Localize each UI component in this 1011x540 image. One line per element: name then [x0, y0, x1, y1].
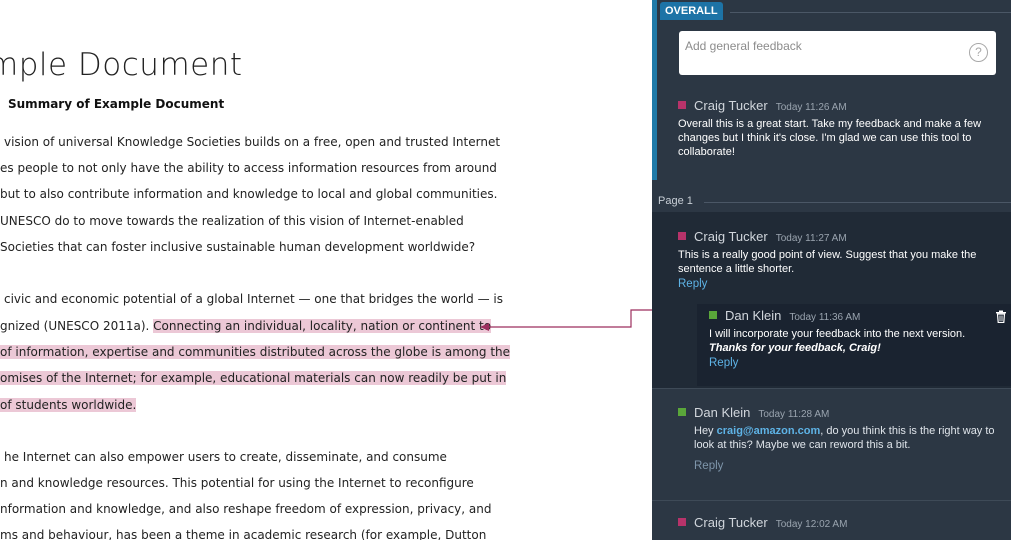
- author-marker-icon: [678, 408, 686, 416]
- comment-author: Craig Tucker Today 12:02 AM: [694, 515, 847, 530]
- comment-body: I will incorporate your feedback into th…: [709, 328, 966, 340]
- divider: [652, 388, 1011, 389]
- paragraph-line: of students worldwide.: [0, 397, 137, 413]
- comment-header: Dan Klein Today 11:36 AM: [709, 308, 989, 324]
- comment-connector: [480, 309, 658, 331]
- comment-time: Today 11:27 AM: [775, 233, 847, 244]
- author-marker-icon: [678, 232, 686, 240]
- mention-link[interactable]: craig@amazon.com: [717, 425, 821, 437]
- comment-header: Craig Tucker Today 12:02 AM: [678, 515, 998, 531]
- page-label: Page 1: [658, 195, 693, 207]
- paragraph-line: omises of the Internet; for example, edu…: [0, 370, 507, 386]
- comment-header: Dan Klein Today 11:28 AM: [678, 405, 998, 421]
- comment-card[interactable]: Craig Tucker Today 11:27 AM This is a rea…: [678, 229, 998, 290]
- comment-card[interactable]: Craig Tucker Today 12:02 AM: [678, 515, 998, 531]
- paragraph-line: civic and economic potential of a global…: [4, 292, 503, 306]
- general-feedback-input[interactable]: Add general feedback ?: [679, 31, 996, 75]
- paragraph-line: es people to not only have the ability t…: [0, 161, 497, 175]
- comment-text-before: Hey: [694, 425, 717, 437]
- plain-text: gnized (UNESCO 2011a).: [0, 319, 154, 333]
- paragraph-line: Societies that can foster inclusive sust…: [0, 240, 476, 254]
- divider: [652, 500, 1011, 501]
- highlighted-text[interactable]: of information, expertise and communitie…: [0, 345, 511, 359]
- panel-accent-bar: [652, 0, 657, 180]
- canvas-gap: [578, 0, 652, 540]
- comment-emphasis: Thanks for your feedback, Craig!: [709, 342, 881, 354]
- page-section-header: Page 1: [652, 193, 1011, 211]
- comment-text: Hey craig@amazon.com, do you think this …: [678, 424, 998, 452]
- highlighted-text[interactable]: Connecting an individual, locality, nati…: [153, 319, 492, 333]
- document-subtitle: Summary of Example Document: [8, 97, 225, 111]
- author-name: Dan Klein: [694, 405, 751, 420]
- comment-author: Dan Klein Today 11:36 AM: [725, 308, 860, 323]
- reply-link[interactable]: Reply: [678, 278, 998, 290]
- author-marker-icon: [678, 518, 686, 526]
- comment-text: I will incorporate your feedback into th…: [709, 327, 989, 355]
- help-icon[interactable]: ?: [969, 43, 988, 62]
- comment-time: Today 11:26 AM: [775, 102, 847, 113]
- divider: [730, 12, 1011, 13]
- paragraph-line: he Internet can also empower users to cr…: [4, 450, 447, 464]
- comment-card[interactable]: Dan Klein Today 11:28 AM Hey craig@amazon…: [678, 405, 998, 472]
- document-title: mple Document: [0, 47, 243, 83]
- author-marker-icon: [709, 311, 717, 319]
- author-name: Craig Tucker: [694, 229, 768, 244]
- paragraph-line: gnized (UNESCO 2011a). Connecting an ind…: [0, 318, 492, 334]
- author-name: Dan Klein: [725, 308, 782, 323]
- reply-link[interactable]: Reply: [709, 357, 989, 369]
- author-name: Craig Tucker: [694, 515, 768, 530]
- comment-time: Today 11:36 AM: [789, 312, 861, 323]
- comment-time: Today 11:28 AM: [758, 409, 830, 420]
- feedback-placeholder: Add general feedback: [685, 39, 802, 53]
- paragraph-line: of information, expertise and communitie…: [0, 344, 511, 360]
- author-marker-icon: [678, 101, 686, 109]
- overall-section-header: OVERALL: [660, 2, 1011, 20]
- comments-panel: OVERALL Add general feedback ? Craig Tuc…: [652, 0, 1011, 540]
- comment-author: Craig Tucker Today 11:27 AM: [694, 229, 847, 244]
- paragraph-line: nformation and knowledge, and also resha…: [0, 502, 492, 516]
- paragraph-line: UNESCO do to move towards the realizatio…: [0, 214, 464, 228]
- paragraph-line: vision of universal Knowledge Societies …: [4, 135, 501, 149]
- comment-header: Craig Tucker Today 11:27 AM: [678, 229, 998, 245]
- reply-card[interactable]: Dan Klein Today 11:36 AM I will incorpora…: [709, 308, 989, 369]
- comment-author: Dan Klein Today 11:28 AM: [694, 405, 829, 420]
- comment-author: Craig Tucker Today 11:26 AM: [694, 98, 847, 113]
- highlighted-text[interactable]: of students worldwide.: [0, 398, 137, 412]
- overall-tag: OVERALL: [660, 2, 723, 20]
- comment-header: Craig Tucker Today 11:26 AM: [678, 98, 998, 114]
- comment-card: Craig Tucker Today 11:26 AM Overall this …: [678, 98, 998, 159]
- comment-text: This is a really good point of view. Sug…: [678, 249, 977, 275]
- document-page: mple Document Summary of Example Documen…: [0, 0, 579, 540]
- comment-text: Overall this is a great start. Take my f…: [678, 118, 982, 158]
- author-name: Craig Tucker: [694, 98, 768, 113]
- paragraph-line: n and knowledge resources. This potentia…: [0, 476, 474, 490]
- reply-link[interactable]: Reply: [678, 460, 998, 472]
- trash-icon[interactable]: [995, 310, 1007, 323]
- highlighted-text[interactable]: omises of the Internet; for example, edu…: [0, 371, 507, 385]
- divider: [704, 202, 1011, 203]
- paragraph-line: ms and behaviour, has been a theme in ac…: [0, 528, 487, 540]
- comment-time: Today 12:02 AM: [775, 519, 848, 530]
- paragraph-line: but to also contribute information and k…: [0, 187, 498, 201]
